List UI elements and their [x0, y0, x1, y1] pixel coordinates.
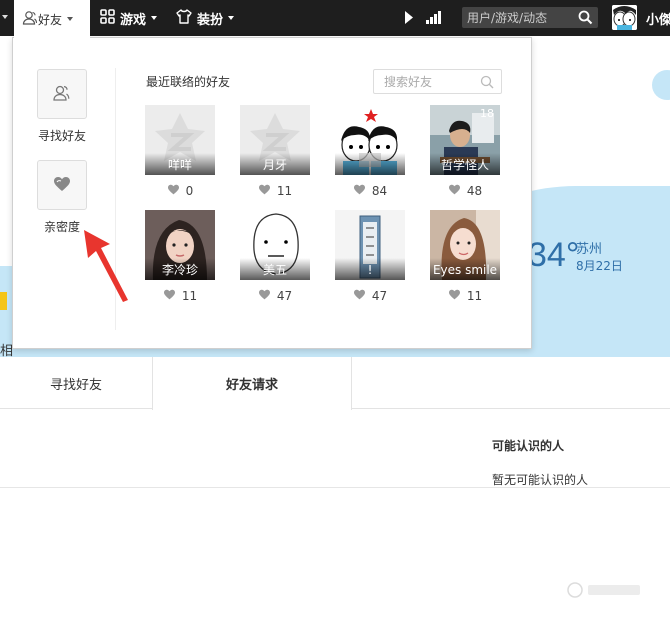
intimacy-stat: 11	[240, 183, 310, 199]
friend-avatar[interactable]: Eyes smile	[430, 210, 500, 280]
heart-icon	[448, 289, 461, 303]
friend-card[interactable]: ! 47	[335, 210, 405, 304]
divider	[0, 487, 670, 488]
red-arrow-annotation	[80, 228, 132, 307]
intimacy-stat: 11	[430, 288, 500, 304]
top-nav-bar: 好友 游戏 装扮 用户/游戏/动态 小傑	[0, 0, 670, 38]
intimacy-value: 48	[466, 184, 483, 198]
intimacy-value: 47	[371, 289, 388, 303]
intimacy-value: 84	[371, 184, 388, 198]
intimacy-button[interactable]	[37, 160, 87, 210]
friend-name: !	[335, 258, 405, 280]
intimacy-stat: 47	[335, 288, 405, 304]
friend-card[interactable]: 月牙 11	[240, 105, 310, 199]
tshirt-icon	[176, 8, 192, 28]
intimacy-stat: 48	[430, 183, 500, 199]
intimacy-stat: 84	[335, 183, 405, 199]
friend-avatar[interactable]: 咩咩	[145, 105, 215, 175]
heart-icon	[258, 184, 271, 198]
heart-icon	[53, 176, 71, 195]
friend-avatar[interactable]: 月牙	[240, 105, 310, 175]
banner-cloud-small	[652, 70, 670, 100]
partial-badge	[0, 292, 7, 310]
nav-friends-label: 好友	[38, 12, 63, 27]
weather-temperature: 34°	[528, 236, 580, 274]
friend-search-input[interactable]: 搜索好友	[373, 69, 502, 94]
friend-card[interactable]: 84	[335, 105, 405, 199]
global-search-placeholder: 用户/游戏/动态	[467, 11, 548, 25]
find-friends-icon	[52, 83, 72, 106]
heart-icon	[448, 184, 461, 198]
friend-name: 哲学怪人	[430, 153, 500, 175]
grid-icon	[100, 8, 115, 28]
friend-avatar[interactable]: 美五	[240, 210, 310, 280]
play-icon[interactable]	[404, 11, 414, 27]
search-icon[interactable]	[480, 75, 494, 92]
nav-friends-tab[interactable]: 好友	[14, 0, 90, 38]
username[interactable]: 小傑	[646, 9, 670, 28]
friend-name: 月牙	[240, 153, 310, 175]
search-icon[interactable]	[578, 10, 593, 28]
intimacy-value: 47	[276, 289, 293, 303]
intimacy-stat: 47	[240, 288, 310, 304]
intimacy-value: 11	[466, 289, 483, 303]
tab-friend-requests[interactable]: 好友请求	[152, 357, 352, 410]
friend-card[interactable]: 李冷珍 11	[145, 210, 215, 304]
chevron-down-icon	[151, 16, 158, 20]
intimacy-stat: 0	[145, 183, 215, 199]
friend-search-placeholder: 搜索好友	[384, 75, 433, 89]
find-friends-label[interactable]: 寻找好友	[22, 127, 102, 144]
friend-badge: 18	[480, 107, 494, 120]
global-search-input[interactable]: 用户/游戏/动态	[462, 7, 598, 28]
friend-name: Eyes smile	[430, 258, 500, 280]
heart-icon	[353, 289, 366, 303]
intimacy-value: 0	[185, 184, 194, 198]
heart-icon	[353, 184, 366, 198]
heart-icon	[163, 289, 176, 303]
nav-games-tab[interactable]: 游戏	[100, 0, 158, 36]
friend-avatar[interactable]: 18 哲学怪人	[430, 105, 500, 175]
chevron-down-icon	[67, 17, 74, 21]
friend-name: 李冷珍	[145, 258, 215, 280]
menu-caret-icon[interactable]	[2, 15, 8, 19]
user-avatar[interactable]	[612, 5, 637, 30]
weather-city: 苏州	[576, 242, 603, 257]
recent-friends-title: 最近联络的好友	[146, 75, 231, 89]
tab-find-friends[interactable]: 寻找好友	[0, 357, 152, 409]
nav-games-label: 游戏	[120, 12, 147, 28]
intimacy-value: 11	[276, 184, 293, 198]
people-you-may-know-empty: 暂无可能认识的人	[492, 473, 589, 487]
intimacy-value: 11	[181, 289, 198, 303]
nav-dressup-tab[interactable]: 装扮	[176, 0, 235, 36]
find-friends-button[interactable]	[37, 69, 87, 119]
heart-icon	[167, 184, 180, 198]
intimacy-stat: 11	[145, 288, 215, 304]
friend-name: 咩咩	[145, 153, 215, 175]
friend-name	[335, 153, 405, 175]
nav-dressup-label: 装扮	[197, 12, 224, 28]
friend-card[interactable]: 咩咩 0	[145, 105, 215, 199]
friend-avatar[interactable]: 李冷珍	[145, 210, 215, 280]
chevron-down-icon	[228, 16, 235, 20]
friend-card[interactable]: 18 哲学怪人 48	[430, 105, 500, 199]
signal-bars-icon[interactable]	[426, 11, 442, 27]
friend-name: 美五	[240, 258, 310, 280]
friend-card[interactable]: Eyes smile 11	[430, 210, 500, 304]
friend-card[interactable]: 美五 47	[240, 210, 310, 304]
friend-avatar[interactable]: !	[335, 210, 405, 280]
heart-icon	[258, 289, 271, 303]
people-you-may-know-title: 可能认识的人	[492, 439, 565, 453]
weather-date: 8月22日	[576, 259, 623, 273]
friends-icon	[22, 10, 38, 29]
watermark	[566, 581, 644, 603]
friend-avatar[interactable]	[335, 105, 405, 175]
friends-tabs: 寻找好友 好友请求	[0, 357, 670, 410]
